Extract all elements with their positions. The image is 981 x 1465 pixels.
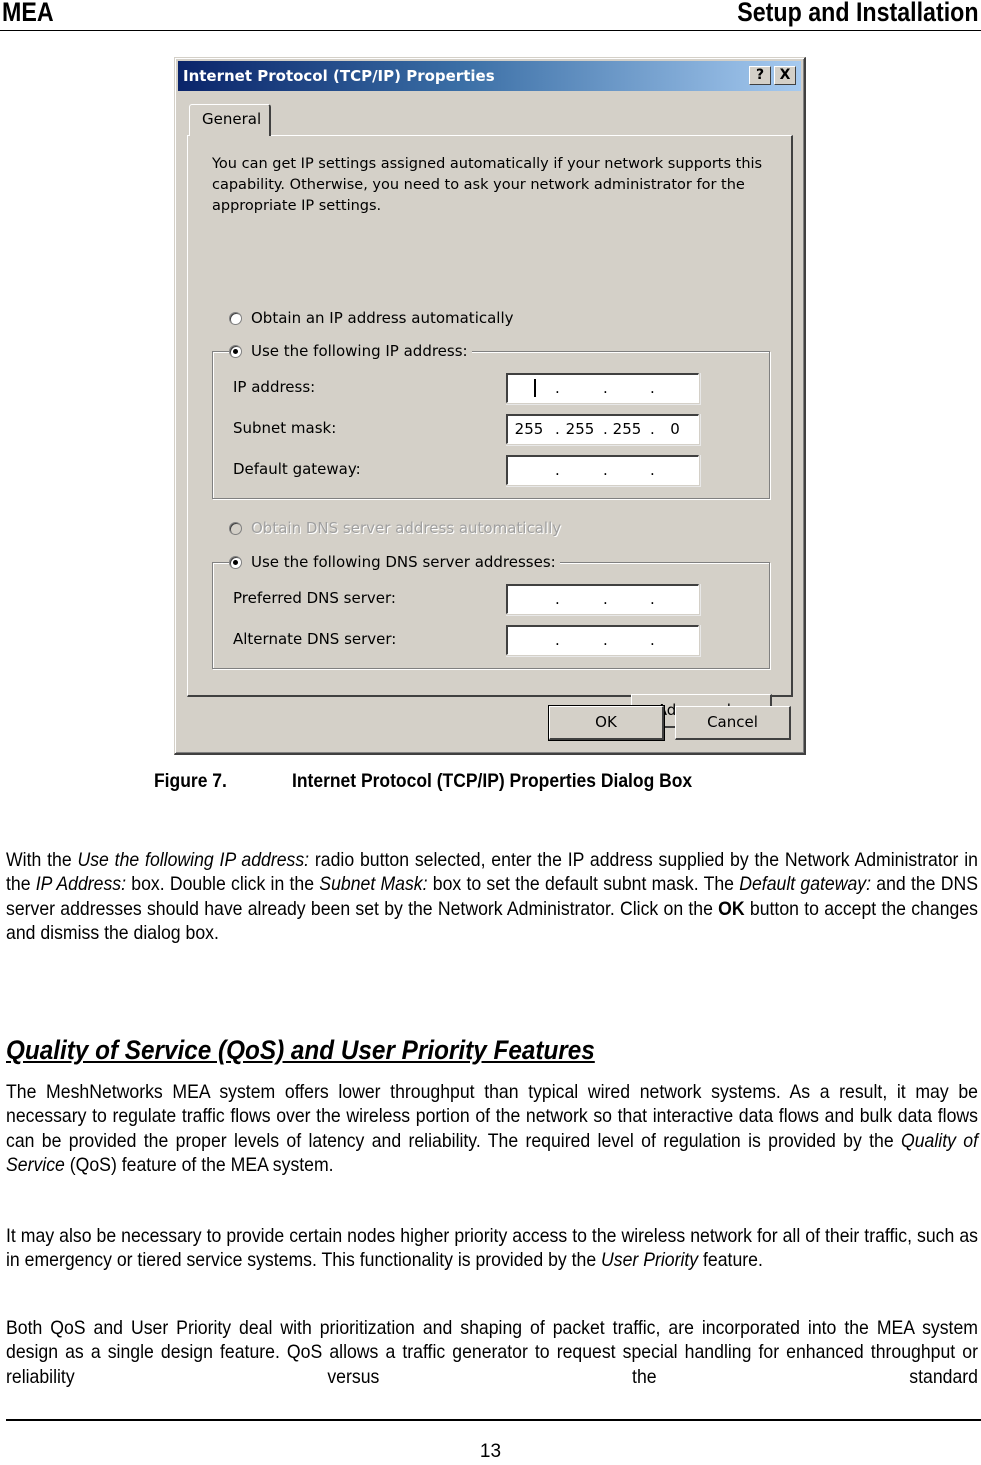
- help-icon: ?: [755, 67, 765, 83]
- section-heading: Quality of Service (QoS) and User Priori…: [6, 1035, 595, 1065]
- use-ip-manual-label: Use the following IP address:: [251, 342, 468, 360]
- footer-divider: [6, 1419, 981, 1421]
- cancel-button[interactable]: Cancel: [675, 706, 791, 740]
- intro-text: You can get IP settings assigned automat…: [212, 156, 763, 214]
- text-run: Both QoS and User Priority deal with pri…: [6, 1317, 978, 1388]
- preferred-dns-input[interactable]: . . .: [506, 584, 699, 614]
- use-ip-manual-option[interactable]: Use the following IP address:: [229, 342, 472, 360]
- subnet-octet-1: 255: [514, 420, 544, 438]
- alternate-dns-input[interactable]: . . .: [506, 625, 699, 655]
- obtain-dns-auto-label: Obtain DNS server address automatically: [251, 519, 562, 537]
- header-chapter-title: Setup and Installation: [737, 0, 979, 27]
- figure-title: Internet Protocol (TCP/IP) Properties Di…: [292, 771, 693, 792]
- dialog-title: Internet Protocol (TCP/IP) Properties: [183, 67, 495, 85]
- general-tab-panel: You can get IP settings assigned automat…: [187, 135, 793, 728]
- subnet-octet-2: 255: [565, 420, 595, 438]
- text-run: feature.: [698, 1249, 763, 1272]
- use-ip-manual-radio[interactable]: [229, 344, 242, 358]
- preferred-dns-label: Preferred DNS server:: [233, 589, 396, 607]
- ip-address-label: IP address:: [233, 378, 316, 396]
- text-run: The MeshNetworks MEA system offers lower…: [6, 1081, 978, 1152]
- text-run: (QoS) feature of the MEA system.: [64, 1153, 334, 1176]
- subnet-mask-label: Subnet mask:: [233, 419, 337, 437]
- ok-button[interactable]: OK: [548, 705, 665, 741]
- tcpip-properties-dialog: Internet Protocol (TCP/IP) Properties ? …: [174, 57, 806, 755]
- italic-run: Default gateway:: [739, 873, 872, 896]
- close-icon: X: [779, 67, 791, 83]
- use-dns-manual-radio[interactable]: [229, 555, 242, 569]
- figure-caption: Figure 7. Internet Protocol (TCP/IP) Prop…: [154, 771, 692, 793]
- italic-run: Subnet Mask:: [319, 873, 428, 896]
- ip-address-input[interactable]: . . .: [506, 373, 699, 403]
- page-number: 13: [479, 1441, 502, 1462]
- paragraph-qos-intro: The MeshNetworks MEA system offers lower…: [6, 1080, 978, 1177]
- italic-run: IP Address:: [35, 873, 127, 896]
- subnet-octet-3: 255: [612, 420, 642, 438]
- text-caret: [534, 379, 536, 397]
- obtain-dns-auto-radio[interactable]: [229, 521, 242, 535]
- paragraph-user-priority: It may also be necessary to provide cert…: [6, 1224, 978, 1273]
- text-run: With the: [6, 849, 78, 871]
- obtain-ip-auto-option[interactable]: Obtain an IP address automatically: [229, 309, 518, 327]
- paragraph-ip-instructions: With the Use the following IP address: r…: [6, 848, 978, 945]
- default-gateway-input[interactable]: . . .: [506, 455, 699, 485]
- dialog-titlebar[interactable]: Internet Protocol (TCP/IP) Properties ? …: [178, 61, 801, 91]
- text-run: box. Double click in the: [126, 873, 320, 896]
- subnet-mask-input[interactable]: 255 . 255 . 255 . 0: [506, 414, 699, 444]
- subnet-octet-4: 0: [670, 420, 680, 438]
- alternate-dns-label: Alternate DNS server:: [233, 630, 397, 648]
- close-button[interactable]: X: [774, 66, 796, 85]
- italic-run: User Priority: [601, 1249, 699, 1272]
- text-run: box to set the default subnt mask. The: [427, 873, 740, 896]
- page-header: MEA Setup and Installation: [0, 0, 981, 31]
- paragraph-qos-user-priority: Both QoS and User Priority deal with pri…: [6, 1316, 978, 1389]
- italic-run: Use the following IP address:: [77, 849, 310, 871]
- header-product-name: MEA: [2, 0, 54, 27]
- tab-general[interactable]: General: [189, 104, 271, 136]
- figure-number: Figure 7.: [154, 771, 227, 792]
- use-dns-manual-option[interactable]: Use the following DNS server addresses:: [229, 553, 560, 571]
- obtain-dns-auto-option[interactable]: Obtain DNS server address automatically: [229, 519, 566, 537]
- help-button[interactable]: ?: [749, 66, 771, 85]
- bold-run: OK: [718, 897, 745, 920]
- default-gateway-label: Default gateway:: [233, 460, 361, 478]
- text-run: It may also be necessary to provide cert…: [6, 1225, 978, 1272]
- tab-general-label: General: [202, 110, 262, 128]
- obtain-ip-auto-radio[interactable]: [229, 311, 242, 325]
- obtain-ip-auto-label: Obtain an IP address automatically: [251, 309, 514, 327]
- use-dns-manual-label: Use the following DNS server addresses:: [251, 553, 556, 571]
